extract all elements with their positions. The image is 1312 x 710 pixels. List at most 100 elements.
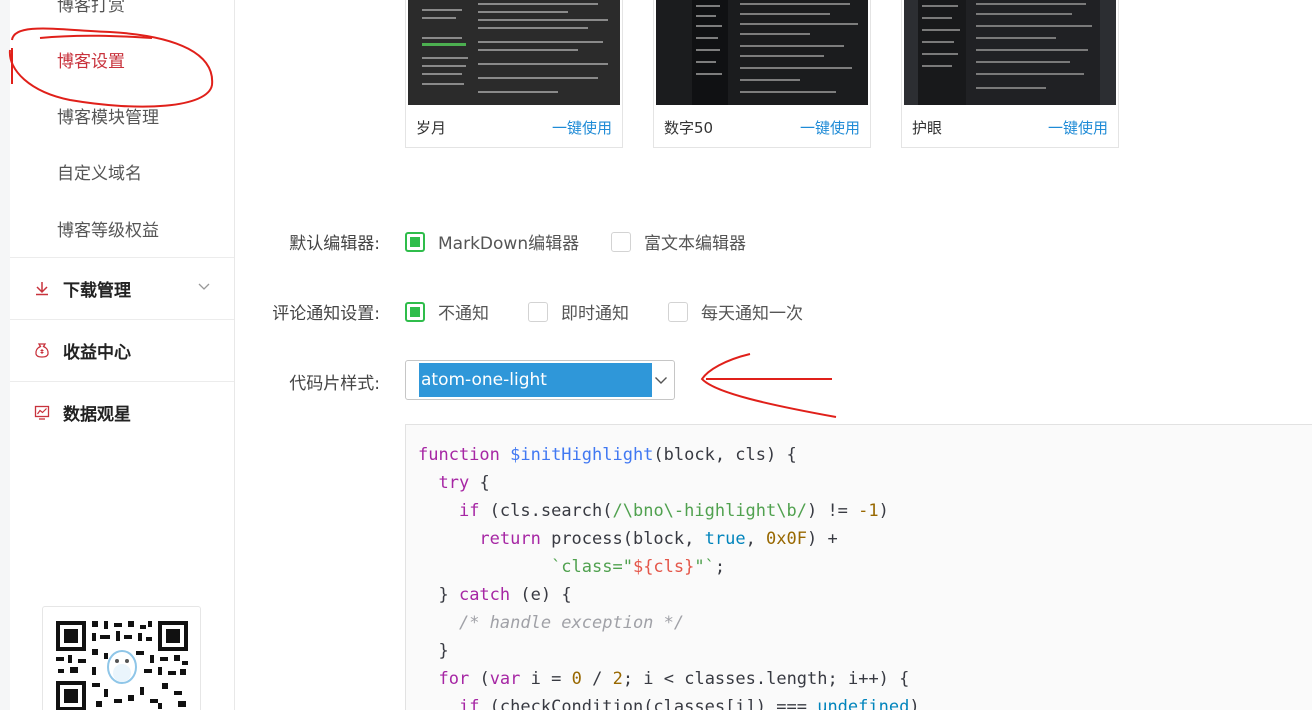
code-token: { — [469, 473, 490, 493]
default-editor-label: 默认编辑器: — [289, 234, 380, 254]
code-token: return — [479, 529, 541, 549]
checkbox-unchecked[interactable] — [528, 301, 548, 322]
code-style-label: 代码片样式: — [289, 374, 380, 394]
code-token: var — [489, 669, 521, 689]
code-line: if (checkCondition(classes[i]) === undef… — [418, 693, 920, 710]
money-bag-icon — [35, 343, 49, 358]
sidebar-section-data-insights[interactable]: 数据观星 — [10, 381, 234, 443]
code-token: `class=" — [551, 557, 633, 577]
code-token: ) != — [806, 501, 859, 521]
code-token: (block, cls) { — [653, 445, 797, 465]
checkbox-checked[interactable] — [405, 231, 425, 252]
chevron-down-icon[interactable] — [198, 280, 210, 292]
code-token: 2 — [612, 669, 623, 689]
theme-name: 岁月 — [416, 119, 447, 137]
code-token: (cls.search( — [479, 501, 613, 521]
code-line: `class="${cls}"`; — [418, 553, 920, 581]
code-token: if — [458, 501, 480, 521]
code-token: 0 — [571, 669, 582, 689]
code-token: } — [418, 641, 449, 661]
sidebar-edge — [0, 0, 10, 710]
notify-option-none[interactable]: 不通知 — [405, 299, 489, 324]
use-theme-button[interactable]: 一键使用 — [1048, 117, 1108, 138]
qr-code-card — [42, 606, 201, 710]
checkbox-checked[interactable] — [405, 301, 425, 322]
download-icon — [36, 282, 48, 296]
code-token: i = — [520, 669, 572, 689]
theme-card-eye-care: 护眼 一键使用 — [901, 0, 1119, 148]
option-label: 即时通知 — [561, 304, 629, 324]
checkbox-unchecked[interactable] — [611, 231, 631, 252]
code-token: $initHighlight — [510, 445, 654, 465]
qq-penguin-icon — [107, 650, 137, 684]
editor-option-markdown[interactable]: MarkDown编辑器 — [405, 229, 579, 254]
option-label: 不通知 — [438, 304, 489, 324]
code-token: , — [745, 529, 767, 549]
use-theme-button[interactable]: 一键使用 — [800, 117, 860, 138]
comment-notify-label: 评论通知设置: — [272, 304, 380, 324]
chart-icon — [34, 405, 50, 420]
code-token: } — [418, 585, 459, 605]
sidebar-section-label: 下载管理 — [63, 281, 131, 301]
sidebar-section-label: 收益中心 — [63, 343, 131, 363]
use-theme-button[interactable]: 一键使用 — [552, 117, 612, 138]
code-token: /* handle exception */ — [458, 613, 685, 633]
sidebar-section-earnings[interactable]: 收益中心 — [10, 319, 234, 381]
code-token: undefined — [817, 697, 910, 710]
code-token: ) — [878, 501, 889, 521]
sidebar-item-blog-settings[interactable]: 博客设置 — [57, 47, 125, 72]
code-token: try — [438, 473, 470, 493]
chevron-down-icon — [655, 377, 667, 384]
code-token: / — [581, 669, 613, 689]
sidebar-section-downloads[interactable]: 下载管理 — [10, 257, 234, 319]
sidebar-section-label: 数据观星 — [63, 405, 131, 425]
code-token: function — [418, 445, 511, 465]
code-token: true — [704, 529, 746, 549]
code-style-preview: function $initHighlight(block, cls) { tr… — [405, 424, 1312, 710]
code-line: /* handle exception */ — [418, 609, 920, 637]
theme-name: 护眼 — [912, 119, 943, 137]
sidebar-item-level-benefits[interactable]: 博客等级权益 — [57, 216, 159, 241]
code-token: ; i < classes.length; i++) { — [622, 669, 910, 689]
code-preview-text: function $initHighlight(block, cls) { tr… — [418, 441, 920, 710]
code-line: return process(block, true, 0x0F) + — [418, 525, 920, 553]
sidebar-item-custom-domain[interactable]: 自定义域名 — [57, 159, 142, 184]
arrow-annotation — [700, 353, 837, 418]
editor-option-rich-text[interactable]: 富文本编辑器 — [611, 229, 746, 254]
code-token: (checkCondition(classes[i]) === — [479, 697, 818, 710]
code-token: ${cls} — [632, 557, 695, 577]
notify-option-instant[interactable]: 即时通知 — [528, 299, 629, 324]
code-style-selected-value: atom-one-light — [419, 363, 652, 397]
code-style-select[interactable]: atom-one-light — [405, 360, 675, 400]
sidebar-item-module-management[interactable]: 博客模块管理 — [57, 103, 159, 128]
code-line: } catch (e) { — [418, 581, 920, 609]
code-line: for (var i = 0 / 2; i < classes.length; … — [418, 665, 920, 693]
theme-preview-image — [904, 0, 1116, 105]
code-token: ; — [714, 557, 726, 577]
sidebar-item-blog-reward[interactable]: 博客打赏 — [57, 0, 125, 16]
theme-card-number50: 数字50 一键使用 — [653, 0, 871, 148]
code-token: ) — [909, 697, 920, 710]
qr-code-image — [56, 621, 188, 710]
code-token: (e) { — [510, 585, 572, 605]
notify-option-daily[interactable]: 每天通知一次 — [668, 299, 803, 324]
code-line: try { — [418, 469, 920, 497]
code-line: function $initHighlight(block, cls) { — [418, 441, 920, 469]
theme-preview-image — [656, 0, 868, 105]
code-line: } — [418, 637, 920, 665]
code-token: catch — [458, 585, 511, 605]
option-label: MarkDown编辑器 — [438, 234, 580, 254]
checkbox-unchecked[interactable] — [668, 301, 688, 322]
code-token: "` — [694, 557, 715, 577]
blog-settings-page: 博客打赏 博客设置 博客模块管理 自定义域名 博客等级权益 下载管理 收益中心 — [0, 0, 1312, 710]
code-token: /\bno\-highlight\b/ — [612, 501, 807, 521]
code-token: 0x0F — [766, 529, 807, 549]
option-label: 每天通知一次 — [701, 304, 803, 324]
